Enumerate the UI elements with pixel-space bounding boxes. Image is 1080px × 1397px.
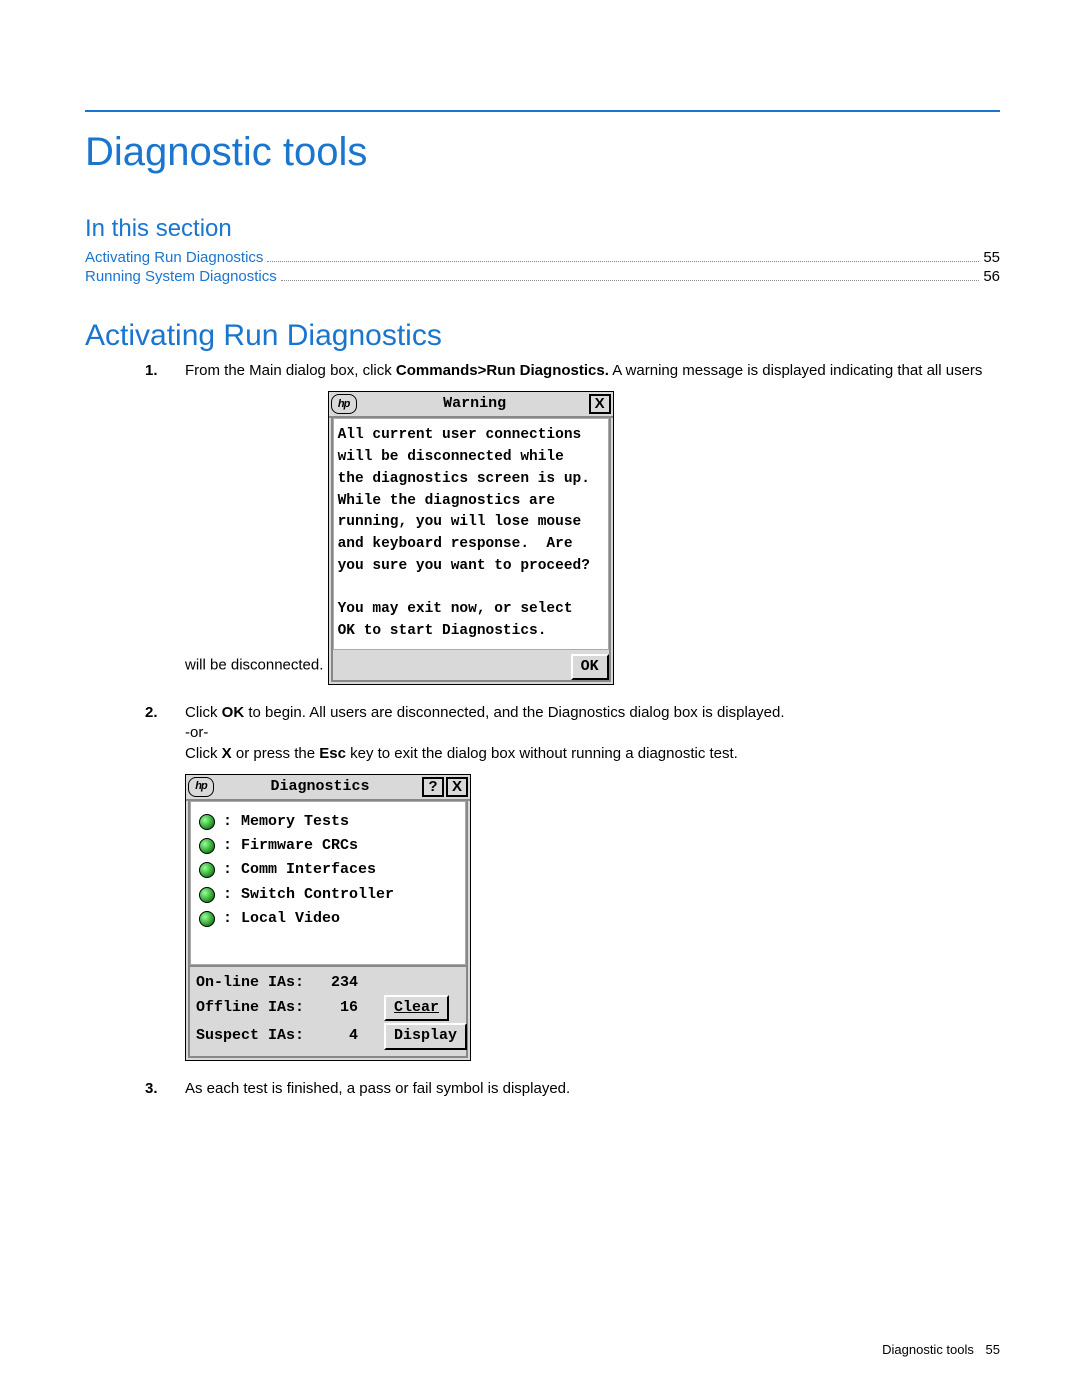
diagnostic-item-label: : Local Video xyxy=(223,909,340,929)
diagnostic-item: : Switch Controller xyxy=(199,885,457,905)
online-ias-value: 234 xyxy=(308,973,358,993)
step2-line2-mid: or press the xyxy=(232,745,320,762)
toc-page: 55 xyxy=(983,249,1000,266)
step2-or: -or- xyxy=(185,723,1000,743)
step-number: 2. xyxy=(145,703,158,723)
chapter-title: Diagnostic tools xyxy=(85,130,1000,175)
clear-button[interactable]: Clear xyxy=(384,995,449,1021)
pass-icon xyxy=(199,911,215,927)
diagnostic-item: : Firmware CRCs xyxy=(199,836,457,856)
page-footer: Diagnostic tools 55 xyxy=(882,1342,1000,1357)
toc-row[interactable]: Activating Run Diagnostics 55 xyxy=(85,249,1000,266)
step2-line2-bold1: X xyxy=(222,745,232,762)
diagnostics-dialog: hp Diagnostics ? X : Memory Tests : Firm… xyxy=(185,774,471,1061)
diagnostic-item-label: : Memory Tests xyxy=(223,812,349,832)
diagnostic-item-label: : Switch Controller xyxy=(223,885,394,905)
step2-line2-bold2: Esc xyxy=(319,745,346,762)
step2-line1-bold: OK xyxy=(222,704,245,721)
pass-icon xyxy=(199,862,215,878)
pass-icon xyxy=(199,887,215,903)
toc-page: 56 xyxy=(983,268,1000,285)
step1-bold: Commands>Run Diagnostics. xyxy=(396,362,609,379)
footer-page-number: 55 xyxy=(986,1342,1000,1357)
offline-ias-label: Offline IAs: xyxy=(196,998,304,1018)
diagnostic-item-label: : Firmware CRCs xyxy=(223,836,358,856)
section-heading: Activating Run Diagnostics xyxy=(85,319,1000,353)
diagnostic-item-label: : Comm Interfaces xyxy=(223,860,376,880)
online-ias-label: On-line IAs: xyxy=(196,973,304,993)
diagnostic-item: : Local Video xyxy=(199,909,457,929)
toc-label: Running System Diagnostics xyxy=(85,268,277,285)
step-2: 2. Click OK to begin. All users are disc… xyxy=(145,703,1000,1071)
step2-line2-post: key to exit the dialog box without runni… xyxy=(346,745,738,762)
step2-line1-post: to begin. All users are disconnected, an… xyxy=(244,704,784,721)
hp-logo-icon: hp xyxy=(188,777,214,797)
in-this-section-heading: In this section xyxy=(85,215,1000,243)
pass-icon xyxy=(199,838,215,854)
step-1: 1. From the Main dialog box, click Comma… xyxy=(145,361,1000,695)
step-number: 1. xyxy=(145,361,158,381)
diagnostic-item: : Memory Tests xyxy=(199,812,457,832)
warning-text: All current user connections will be dis… xyxy=(333,418,609,650)
diagnostic-item: : Comm Interfaces xyxy=(199,860,457,880)
toc-leader-dots xyxy=(281,279,980,281)
step-number: 3. xyxy=(145,1079,158,1099)
toc-label: Activating Run Diagnostics xyxy=(85,249,263,266)
footer-section-name: Diagnostic tools xyxy=(882,1342,974,1357)
ok-button[interactable]: OK xyxy=(571,654,609,680)
step3-text: As each test is finished, a pass or fail… xyxy=(185,1080,570,1097)
close-icon[interactable]: X xyxy=(589,394,611,414)
step2-line1-pre: Click xyxy=(185,704,222,721)
pass-icon xyxy=(199,814,215,830)
dialog-title: Diagnostics xyxy=(220,777,420,797)
offline-ias-value: 16 xyxy=(308,998,358,1018)
close-icon[interactable]: X xyxy=(446,777,468,797)
diagnostics-test-list: : Memory Tests : Firmware CRCs : Comm In… xyxy=(190,801,466,965)
toc-leader-dots xyxy=(267,260,979,262)
suspect-ias-value: 4 xyxy=(308,1026,358,1046)
top-rule xyxy=(85,110,1000,112)
suspect-ias-label: Suspect IAs: xyxy=(196,1026,304,1046)
help-icon[interactable]: ? xyxy=(422,777,444,797)
display-button[interactable]: Display xyxy=(384,1023,467,1049)
dialog-titlebar: hp Warning X xyxy=(329,392,613,418)
dialog-titlebar: hp Diagnostics ? X xyxy=(186,775,470,801)
step-3: 3. As each test is finished, a pass or f… xyxy=(145,1079,1000,1099)
step1-pre: From the Main dialog box, click xyxy=(185,362,396,379)
step2-line2-pre: Click xyxy=(185,745,222,762)
ia-summary: On-line IAs:234 Offline IAs:16 Clear Sus… xyxy=(190,965,466,1056)
toc-row[interactable]: Running System Diagnostics 56 xyxy=(85,268,1000,285)
warning-dialog: hp Warning X All current user connection… xyxy=(328,391,614,685)
dialog-title: Warning xyxy=(363,394,587,414)
hp-logo-icon: hp xyxy=(331,394,357,414)
